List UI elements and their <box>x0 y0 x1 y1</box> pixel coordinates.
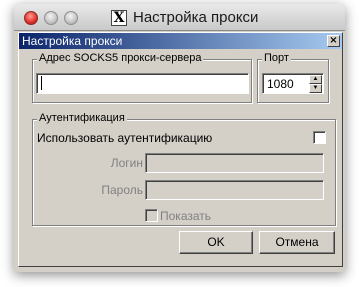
dialog-close-button[interactable]: × <box>327 35 340 47</box>
password-label: Пароль <box>101 183 143 197</box>
password-input[interactable] <box>145 180 324 200</box>
use-auth-checkbox[interactable] <box>313 131 326 144</box>
mac-titlebar[interactable]: X Настройка прокси <box>14 4 345 31</box>
window-close-button[interactable] <box>24 11 38 25</box>
port-spinbox[interactable]: 1080 ▲ ▼ <box>262 73 324 94</box>
port-value[interactable]: 1080 <box>267 77 294 91</box>
show-password-label[interactable]: Показать <box>160 209 211 223</box>
window-zoom-button[interactable] <box>64 11 78 25</box>
port-increment-button[interactable]: ▲ <box>309 75 322 84</box>
dialog-titlebar[interactable]: Настройка прокси × <box>19 33 342 49</box>
cancel-button[interactable]: Отмена <box>259 231 335 254</box>
port-decrement-button[interactable]: ▼ <box>309 84 322 93</box>
proxy-address-group-label: Адрес SOCKS5 прокси-сервера <box>37 52 204 64</box>
proxy-settings-dialog: Настройка прокси × Адрес SOCKS5 прокси-с… <box>18 32 343 267</box>
port-group-label: Порт <box>262 52 291 64</box>
window-minimize-button[interactable] <box>44 11 58 25</box>
x11-icon: X <box>111 10 127 26</box>
authentication-group-label: Аутентификация <box>37 112 127 124</box>
login-label: Логин <box>110 156 143 170</box>
proxy-address-input[interactable] <box>36 73 249 94</box>
mac-window: X Настройка прокси Настройка прокси × Ад… <box>14 4 345 272</box>
show-password-checkbox[interactable] <box>145 209 158 222</box>
dialog-title: Настройка прокси <box>22 34 123 48</box>
use-auth-label[interactable]: Использовать аутентификацию <box>37 131 212 145</box>
ok-button[interactable]: OK <box>179 231 253 254</box>
login-input[interactable] <box>145 153 324 173</box>
window-title: Настройка прокси <box>133 9 259 26</box>
text-caret <box>41 76 42 90</box>
